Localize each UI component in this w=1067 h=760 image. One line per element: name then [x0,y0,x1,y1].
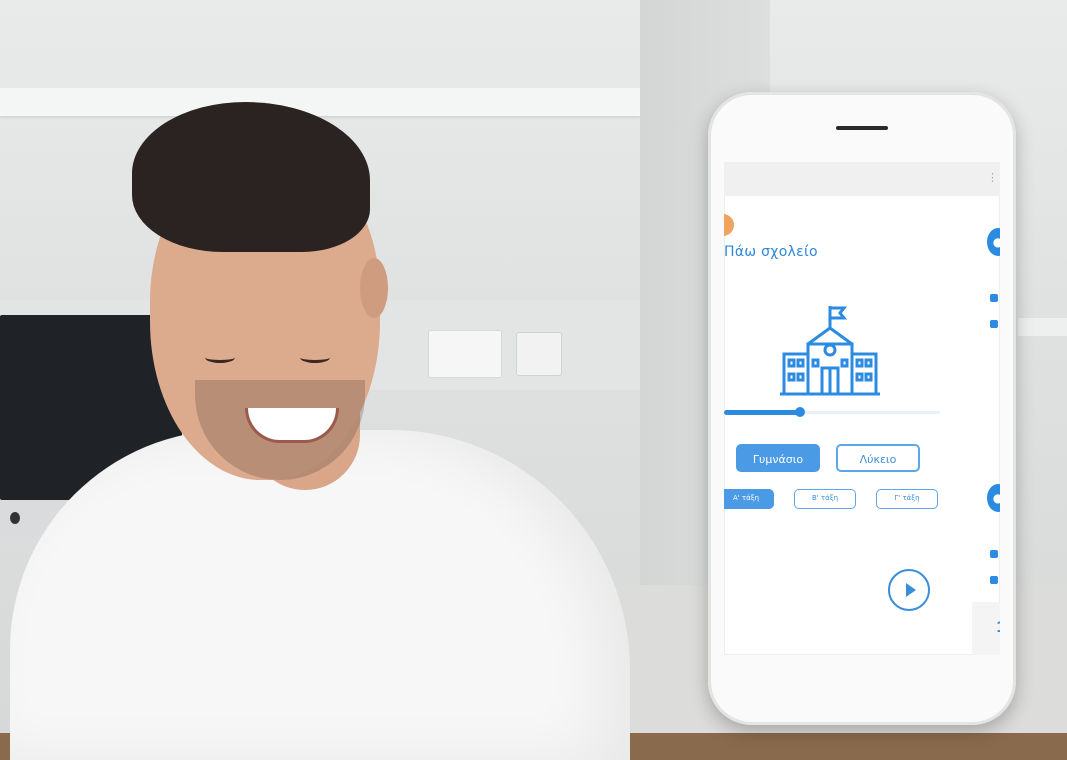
page-title: Πάω σχολείο [724,244,818,260]
light-switch [516,332,562,376]
grade-option-c[interactable]: Γ' τάξη [876,489,938,509]
school-building-icon [780,306,880,396]
phone-speaker [836,126,888,130]
apple-logo-icon [10,512,20,524]
power-socket [428,330,502,378]
side-number: 1 [996,620,1000,636]
level-option-lykeio[interactable]: Λύκειο [836,444,920,472]
side-like-icon-2[interactable] [990,576,998,584]
person-ear [360,258,388,318]
play-button[interactable] [888,569,930,611]
play-icon [906,583,916,597]
more-vertical-icon[interactable]: ⋮ [987,172,998,183]
avatar [724,214,734,236]
grade-option-b[interactable]: Β' τάξη [794,489,856,509]
phone-mockup: ⋮ Πάω σχολείο ● Γυμνάσιο Λύκειο Α' τάξη … [708,92,1016,725]
side-chat-icon[interactable] [990,294,998,302]
progress-slider-handle[interactable] [795,407,805,417]
person-hair [132,102,370,252]
side-like-icon[interactable] [990,320,998,328]
person-left-eye [205,352,235,363]
right-shelf [1018,318,1067,336]
grade-option-a[interactable]: Α' τάξη [724,489,774,509]
side-user-icon[interactable]: ● [987,228,1000,256]
person-right-eye [300,352,330,363]
progress-fill [724,410,800,415]
phone-screen: ⋮ Πάω σχολείο ● Γυμνάσιο Λύκειο Α' τάξη … [724,162,1000,655]
app-top-bar: ⋮ [724,162,1000,196]
side-chat-icon-2[interactable] [990,550,998,558]
side-user-icon-2[interactable]: ● [987,484,1000,512]
level-option-gymnasio[interactable]: Γυμνάσιο [736,444,820,472]
wall-shelf [0,88,640,116]
